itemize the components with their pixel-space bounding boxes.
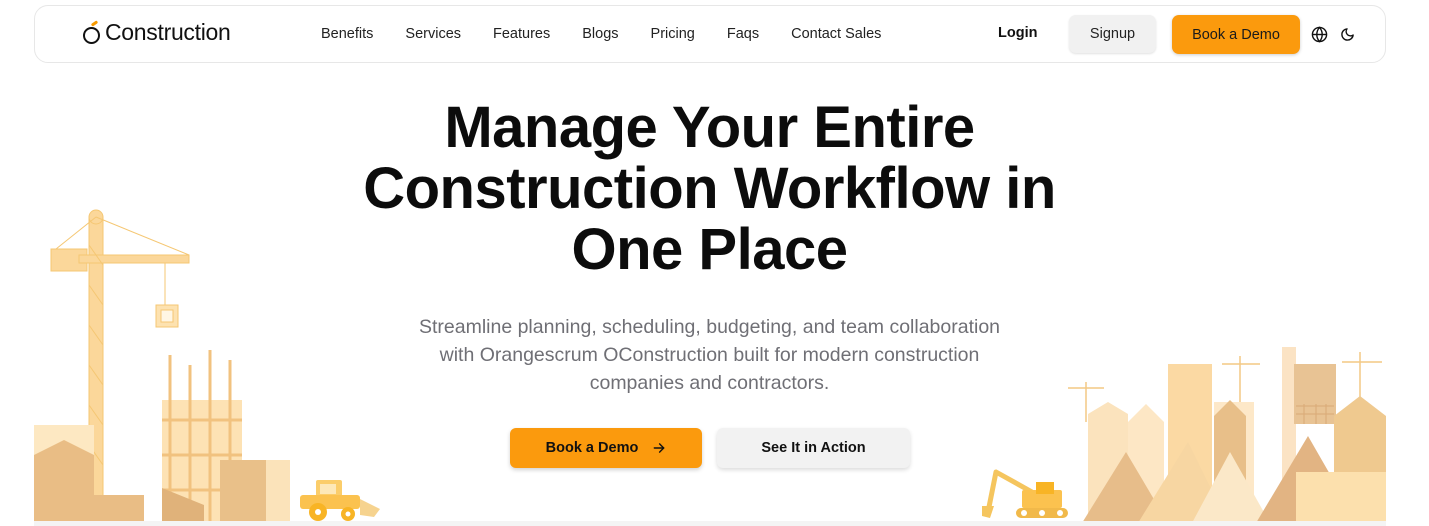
see-it-in-action-button[interactable]: See It in Action (717, 428, 910, 468)
book-demo-cta-button[interactable]: Book a Demo (510, 428, 702, 468)
arrow-right-icon (653, 443, 665, 453)
hero-title-line-2: Construction Workflow in (363, 156, 1056, 221)
signup-button[interactable]: Signup (1069, 15, 1156, 53)
hero-subtitle-line-2: with Orangescrum OConstruction built for… (439, 344, 980, 366)
nav-link-features[interactable]: Features (493, 26, 550, 42)
nav-link-faqs[interactable]: Faqs (727, 26, 759, 42)
login-link[interactable]: Login (998, 25, 1037, 41)
nav-links: Benefits Services Features Blogs Pricing… (321, 6, 913, 62)
brand-name: Construction (105, 19, 231, 45)
globe-icon[interactable] (1309, 24, 1329, 44)
nav-link-benefits[interactable]: Benefits (321, 26, 373, 42)
hero-title: Manage Your Entire Construction Workflow… (0, 97, 1419, 280)
top-navbar: Construction Benefits Services Features … (34, 5, 1386, 63)
section-divider (34, 521, 1386, 526)
logo-icon (83, 19, 101, 44)
book-demo-cta-label: Book a Demo (545, 440, 639, 456)
hero-title-line-1: Manage Your Entire (444, 95, 975, 160)
moon-icon[interactable] (1337, 24, 1357, 44)
nav-link-services[interactable]: Services (405, 26, 461, 42)
nav-link-contact-sales[interactable]: Contact Sales (791, 26, 881, 42)
brand-logo[interactable]: Construction (83, 19, 231, 46)
hero-subtitle-line-1: Streamline planning, scheduling, budgeti… (418, 316, 1001, 338)
hero-subtitle-line-3: companies and contractors. (589, 372, 830, 394)
hero-subtitle: Streamline planning, scheduling, budgeti… (0, 313, 1419, 397)
nav-link-pricing[interactable]: Pricing (651, 26, 695, 42)
hero-title-line-3: One Place (571, 217, 848, 282)
book-demo-nav-button[interactable]: Book a Demo (1172, 15, 1300, 54)
nav-link-blogs[interactable]: Blogs (582, 26, 618, 42)
